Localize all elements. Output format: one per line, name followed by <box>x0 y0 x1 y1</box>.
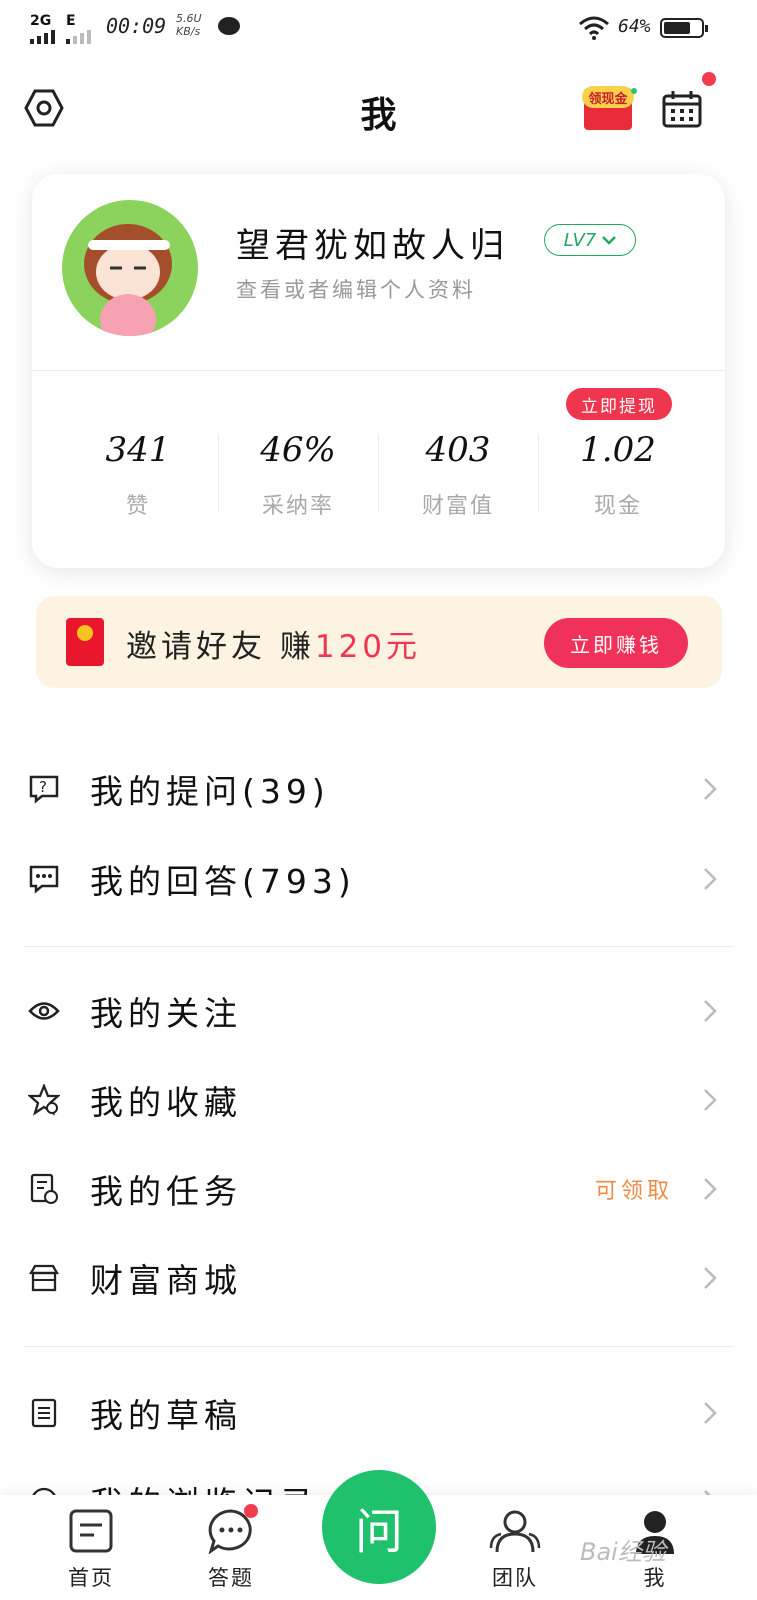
avatar[interactable] <box>62 200 198 336</box>
battery-icon <box>660 18 708 38</box>
cash-dot <box>631 88 637 94</box>
net-speed: 5.6U KB/s <box>176 12 202 38</box>
stat-label: 现金 <box>593 494 642 519</box>
net-speed-value: 5.6U <box>176 12 202 25</box>
message-icon <box>218 17 240 35</box>
username[interactable]: 望君犹如故人归 <box>236 218 509 267</box>
chevron-right-icon <box>704 1267 717 1289</box>
calendar-icon[interactable] <box>662 90 702 128</box>
team-icon <box>489 1510 541 1553</box>
invite-amount: 120元 <box>314 629 422 665</box>
signal-type-2: E <box>66 13 76 29</box>
menu-label: 我的回答(793) <box>90 862 356 901</box>
menu-label: 财富商城 <box>90 1261 242 1300</box>
star-icon <box>26 1082 62 1118</box>
ask-button[interactable]: 问 <box>322 1470 436 1584</box>
menu-label: 我的任务 <box>90 1172 242 1211</box>
invite-text: 邀请好友 赚120元 <box>126 621 421 666</box>
edit-profile-link[interactable]: 查看或者编辑个人资料 <box>236 274 476 304</box>
answer-icon <box>26 861 62 897</box>
menu-item-my-answers[interactable]: 我的回答(793) <box>0 836 757 922</box>
svg-text:?: ? <box>39 778 47 796</box>
card-divider <box>32 370 725 371</box>
eye-icon <box>26 993 62 1029</box>
chevron-right-icon <box>704 778 717 800</box>
stat-wealth[interactable]: 403 财富值 <box>378 430 538 520</box>
stat-value: 46% <box>260 430 336 470</box>
chevron-right-icon <box>704 1402 717 1424</box>
menu-item-my-favorites[interactable]: 我的收藏 <box>0 1057 757 1143</box>
task-icon <box>26 1171 62 1207</box>
stat-value: 403 <box>425 430 491 470</box>
earn-now-button[interactable]: 立即赚钱 <box>544 618 688 668</box>
signal-type-1: 2G <box>30 13 52 29</box>
menu-label: 我的草稿 <box>90 1396 242 1435</box>
store-icon <box>26 1260 62 1296</box>
tab-label: 答题 <box>208 1566 254 1590</box>
wifi-icon <box>579 16 609 40</box>
menu-item-my-drafts[interactable]: 我的草稿 <box>0 1370 757 1456</box>
status-bar: 2G E 00:09 5.6U KB/s 64% <box>0 0 757 56</box>
menu-divider <box>24 946 734 947</box>
stat-adoption-rate[interactable]: 46% 采纳率 <box>218 430 378 520</box>
menu-item-my-follows[interactable]: 我的关注 <box>0 968 757 1054</box>
chevron-right-icon <box>704 1089 717 1111</box>
clock: 00:09 <box>106 14 167 38</box>
tab-team[interactable]: 团队 <box>460 1508 570 1592</box>
menu-label: 我的收藏 <box>90 1083 242 1122</box>
answer-notification-dot <box>244 1504 258 1518</box>
tab-label: 团队 <box>492 1566 538 1590</box>
level-text: LV7 <box>563 229 597 251</box>
chevron-right-icon <box>704 868 717 890</box>
menu-item-my-tasks[interactable]: 我的任务 可领取 <box>0 1146 757 1232</box>
withdraw-badge[interactable]: 立即提现 <box>566 388 672 420</box>
battery-percent: 64% <box>618 16 651 37</box>
calendar-notification-dot <box>702 72 716 86</box>
level-badge[interactable]: LV7 <box>544 224 636 256</box>
menu-item-my-questions[interactable]: ? 我的提问(39) <box>0 746 757 832</box>
claimable-tag: 可领取 <box>594 1179 673 1204</box>
menu-label: 我的关注 <box>90 994 242 1033</box>
stat-label: 财富值 <box>421 494 494 519</box>
menu-item-wealth-store[interactable]: 财富商城 <box>0 1235 757 1321</box>
menu-divider <box>24 1346 734 1347</box>
stat-cash[interactable]: 1.02 现金 <box>538 430 698 520</box>
invite-label: 邀请好友 赚 <box>126 629 315 665</box>
tab-label: 首页 <box>68 1566 114 1590</box>
stat-likes[interactable]: 341 赞 <box>58 430 218 520</box>
home-icon <box>69 1509 113 1553</box>
page-title: 我 <box>360 95 397 136</box>
draft-icon <box>26 1395 62 1431</box>
tab-answer[interactable]: 答题 <box>176 1508 286 1592</box>
watermark: Bai经验 <box>580 1538 666 1566</box>
stat-label: 赞 <box>125 494 150 519</box>
signal-icon: 2G <box>30 14 56 44</box>
stat-value: 1.02 <box>580 430 656 470</box>
stat-value: 341 <box>105 430 171 470</box>
stat-label: 采纳率 <box>261 494 334 519</box>
menu-label: 我的提问(39) <box>90 772 330 811</box>
chevron-right-icon <box>704 1178 717 1200</box>
chevron-right-icon <box>704 1000 717 1022</box>
cash-reward-label: 领现金 <box>582 86 634 108</box>
red-envelope-icon <box>66 618 104 666</box>
cash-reward-button[interactable]: 领现金 <box>582 86 634 130</box>
signal-icon-2: E <box>66 14 92 44</box>
chevron-down-icon <box>602 236 617 245</box>
tab-home[interactable]: 首页 <box>36 1508 146 1592</box>
question-icon: ? <box>26 771 62 807</box>
net-speed-unit: KB/s <box>176 25 201 38</box>
